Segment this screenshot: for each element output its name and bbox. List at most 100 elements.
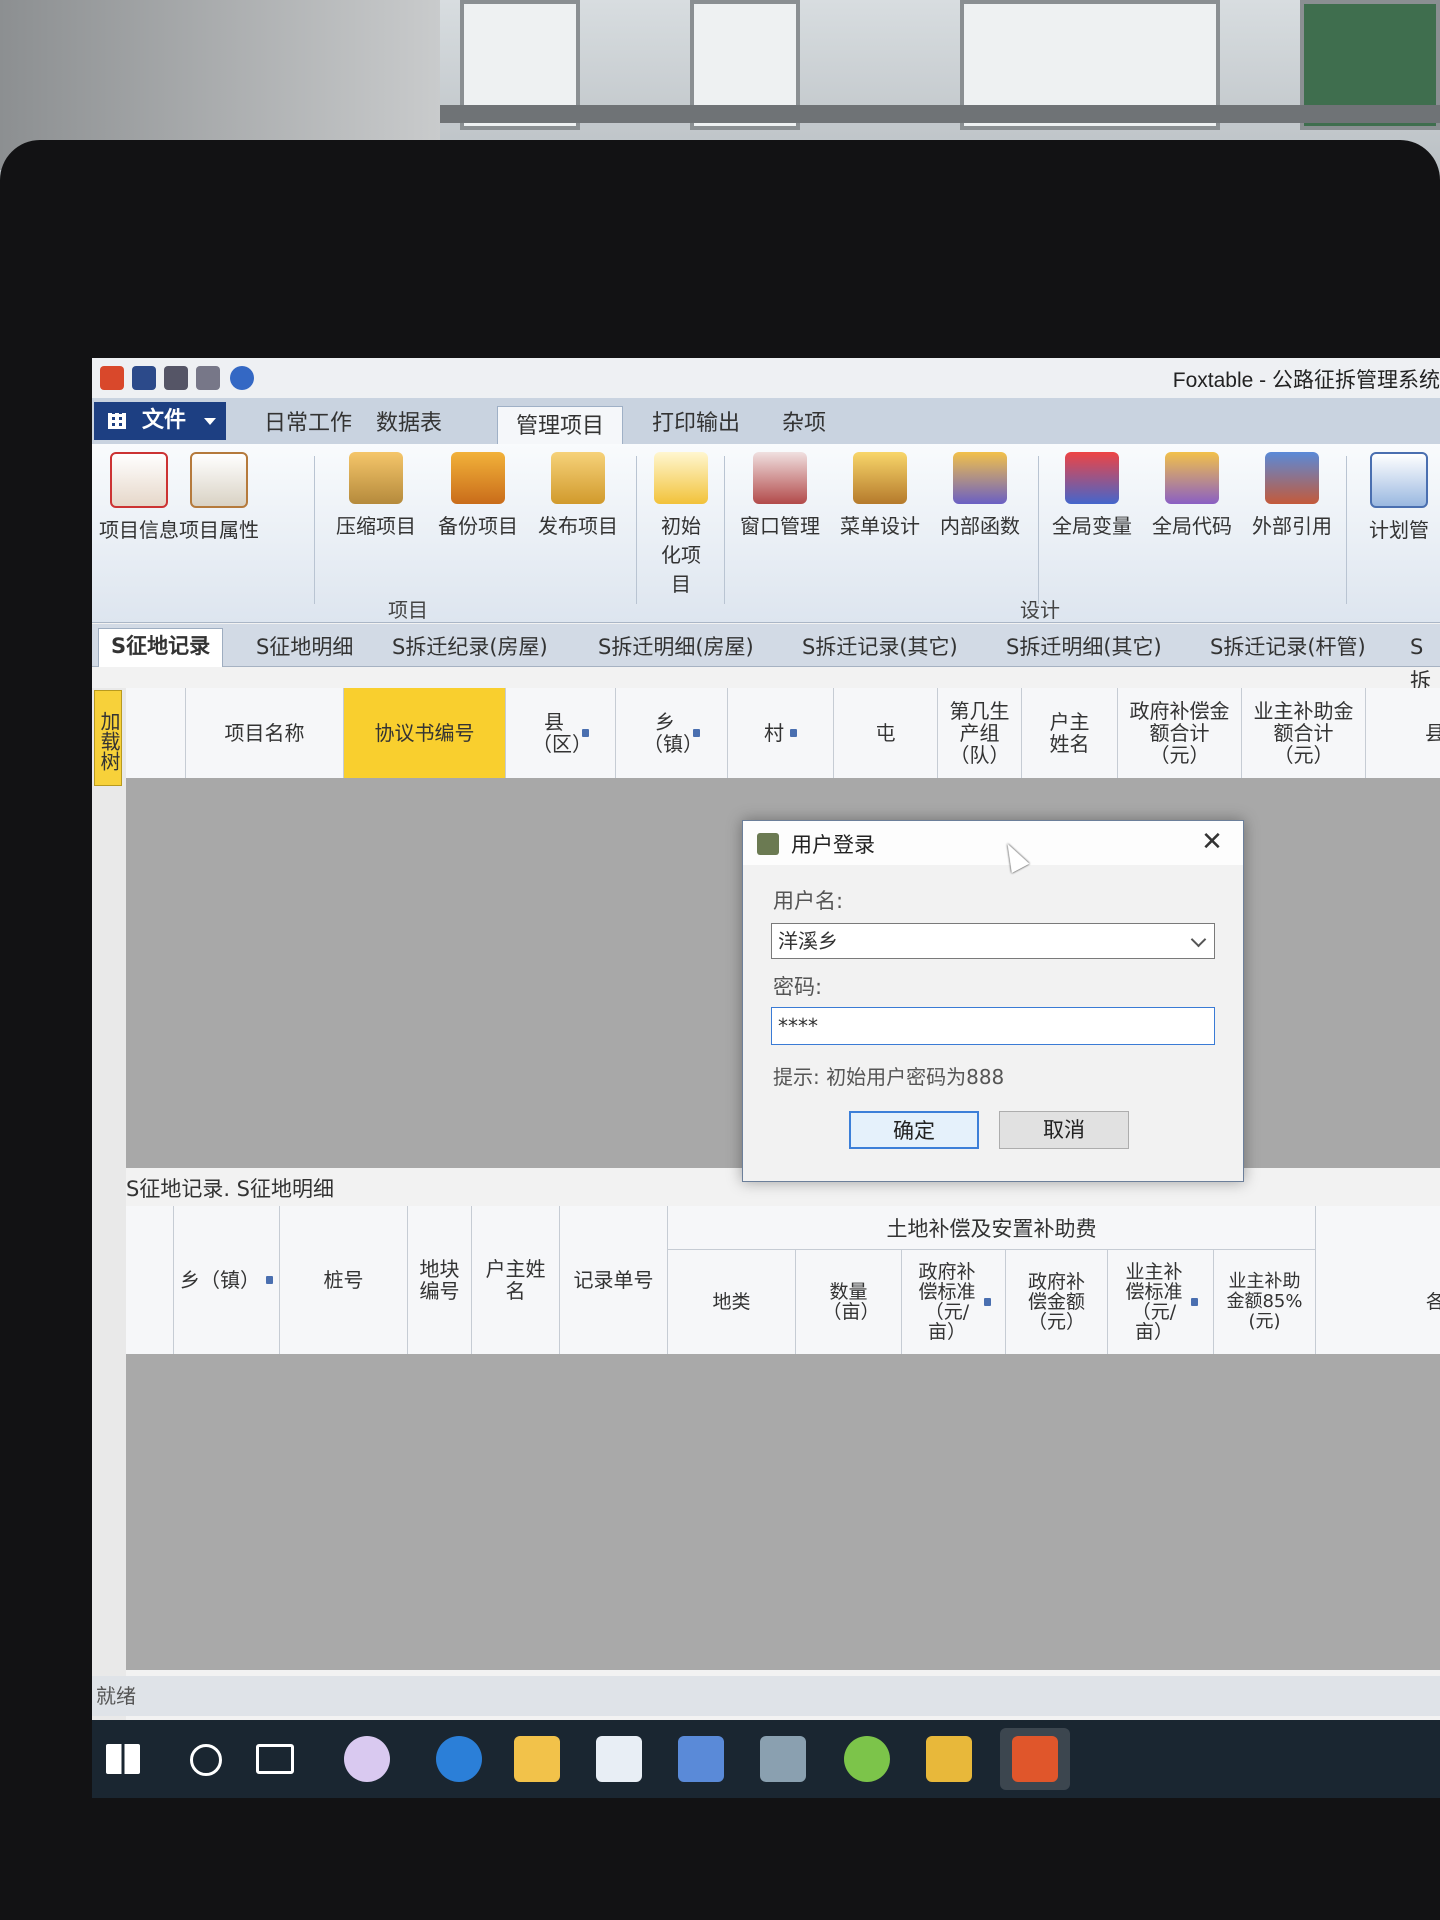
column-header[interactable]: 屯 (834, 688, 938, 778)
group-label-project: 项目 (388, 598, 428, 622)
detail-grid-header: 乡（镇） 桩号 地块编号 户主姓名 记录单号 土地补偿及安置补助费 地类 数量（… (126, 1206, 1440, 1355)
tab-manage-project[interactable]: 管理项目 (497, 406, 624, 445)
column-header-label: 县 (1425, 721, 1440, 745)
window-manager-button[interactable]: 窗口管理 (730, 452, 830, 539)
load-tree-tab[interactable]: 加载树 (94, 690, 122, 786)
file-explorer-icon[interactable] (514, 1736, 560, 1782)
username-select[interactable]: 洋溪乡 (771, 923, 1215, 959)
tab-misc[interactable]: 杂项 (782, 404, 826, 444)
column-header[interactable]: 业主补助金额85%(元) (1214, 1250, 1316, 1354)
chat-app-icon[interactable] (844, 1736, 890, 1782)
column-header[interactable]: 县（区） (506, 688, 616, 778)
sheet-tab[interactable]: S征地明细 (256, 630, 353, 664)
photo-window-bar (440, 105, 1440, 123)
project-info-button[interactable]: 项目信息 (94, 452, 184, 543)
column-header[interactable]: 户主姓名 (472, 1206, 560, 1354)
compress-project-button[interactable]: 压缩项目 (326, 452, 426, 539)
column-header-label: 项目名称 (224, 721, 305, 745)
app-title: Foxtable - 公路征拆管理系统 (1172, 369, 1440, 392)
help-app-icon[interactable] (926, 1736, 972, 1782)
project-info-icon (110, 452, 168, 508)
publish-project-button[interactable]: 发布项目 (528, 452, 628, 539)
ribbon-button-label: 备份项目 (438, 514, 518, 538)
sheet-tab[interactable]: S拆迁纪录(房屋) (392, 630, 548, 664)
store-icon[interactable] (596, 1736, 642, 1782)
column-header[interactable]: 项目名称 (186, 688, 344, 778)
redo-icon[interactable] (196, 366, 220, 390)
column-header[interactable]: 业主补偿标准（元/亩） (1108, 1250, 1214, 1354)
column-header[interactable]: 县 (1366, 688, 1440, 778)
save-icon[interactable] (132, 366, 156, 390)
pinwheel-app-icon[interactable] (344, 1736, 390, 1782)
password-field[interactable]: **** (771, 1007, 1215, 1045)
ribbon-button-label: 全局变量 (1052, 514, 1132, 538)
edge-browser-icon[interactable] (436, 1736, 482, 1782)
sheet-tab[interactable]: S征地记录 (98, 628, 224, 667)
detail-grid-body[interactable] (126, 1354, 1440, 1670)
quick-access-toolbar: Foxtable - 公路征拆管理系统 (92, 358, 1440, 399)
row-header-corner[interactable] (126, 1206, 174, 1354)
photo-app-icon[interactable] (760, 1736, 806, 1782)
task-view-icon[interactable] (256, 1744, 294, 1774)
initialize-project-button[interactable]: 初始化项目 (636, 452, 726, 597)
column-header[interactable]: 第几生产组（队） (938, 688, 1022, 778)
global-variable-button[interactable]: 全局变量 (1042, 452, 1142, 539)
sheet-tab[interactable]: S拆迁记录(其它) (802, 630, 958, 664)
tab-daily-work[interactable]: 日常工作 (264, 404, 352, 444)
tab-print-output[interactable]: 打印输出 (652, 404, 740, 444)
document-app-icon[interactable] (678, 1736, 724, 1782)
chevron-down-icon[interactable] (1190, 931, 1207, 948)
tab-data-table[interactable]: 数据表 (376, 404, 442, 444)
column-header[interactable]: 政府补偿标准（元/亩） (902, 1250, 1006, 1354)
window-manager-icon (753, 452, 807, 504)
backup-project-button[interactable]: 备份项目 (428, 452, 528, 539)
column-header[interactable]: 乡（镇） (616, 688, 728, 778)
column-header[interactable]: 业主补助金额合计（元） (1242, 688, 1366, 778)
sheet-tab[interactable]: S拆迁明细(房屋) (598, 630, 754, 664)
column-header[interactable]: 政府补偿金额（元） (1006, 1250, 1108, 1354)
ribbon-button-label: 发布项目 (538, 514, 618, 538)
external-reference-button[interactable]: 外部引用 (1242, 452, 1342, 539)
column-header[interactable]: 数量（亩） (796, 1250, 902, 1354)
column-header-label: 乡（镇） (180, 1268, 260, 1292)
column-header-label: 数量（亩） (822, 1281, 880, 1323)
foxtable-app-icon[interactable] (1012, 1736, 1058, 1782)
ok-button[interactable]: 确定 (849, 1111, 979, 1149)
help-icon[interactable] (230, 366, 254, 390)
column-header[interactable]: 桩号 (280, 1206, 408, 1354)
ribbon-button-label: 外部引用 (1252, 514, 1332, 538)
column-header[interactable]: 记录单号 (560, 1206, 668, 1354)
column-header-label: 业主补助金额合计（元） (1253, 699, 1354, 767)
column-header-label: 各 (1425, 1291, 1440, 1313)
sheet-tab[interactable]: S拆迁记录(杆管) (1210, 630, 1366, 664)
group-label-design: 设计 (1020, 598, 1060, 622)
search-circle-icon[interactable] (190, 1744, 222, 1776)
ribbon-button-label: 计划管 (1369, 518, 1429, 542)
column-header-label: 屯 (875, 721, 896, 745)
column-header[interactable]: 政府补偿金额合计（元） (1118, 688, 1242, 778)
column-header-selected[interactable]: 协议书编号 (344, 688, 506, 778)
column-header[interactable]: 地块编号 (408, 1206, 472, 1354)
lock-icon (582, 729, 589, 737)
project-properties-button[interactable]: 项目属性 (174, 452, 264, 543)
cancel-button[interactable]: 取消 (999, 1111, 1129, 1149)
windows-start-icon[interactable] (106, 1744, 140, 1774)
column-header[interactable]: 乡（镇） (174, 1206, 280, 1354)
schedule-icon (1370, 452, 1428, 508)
row-header-corner[interactable] (126, 688, 186, 778)
sheet-tab[interactable]: S拆迁明细(其它) (1006, 630, 1162, 664)
column-header[interactable]: 地类 (668, 1250, 796, 1354)
global-code-icon (1165, 452, 1219, 504)
schedule-button[interactable]: 计划管 (1354, 452, 1440, 543)
close-button[interactable]: ✕ (1195, 825, 1229, 859)
column-header[interactable]: 户主姓名 (1022, 688, 1118, 778)
undo-icon[interactable] (164, 366, 188, 390)
group-separator (314, 456, 315, 604)
file-menu-button[interactable]: 文件 (94, 402, 226, 440)
internal-function-button[interactable]: 内部函数 (930, 452, 1030, 539)
global-code-button[interactable]: 全局代码 (1142, 452, 1242, 539)
column-header[interactable]: 各 (1316, 1250, 1440, 1354)
sheet-tab[interactable]: S拆 (1410, 630, 1440, 693)
menu-design-button[interactable]: 菜单设计 (830, 452, 930, 539)
column-header[interactable]: 村 (728, 688, 834, 778)
